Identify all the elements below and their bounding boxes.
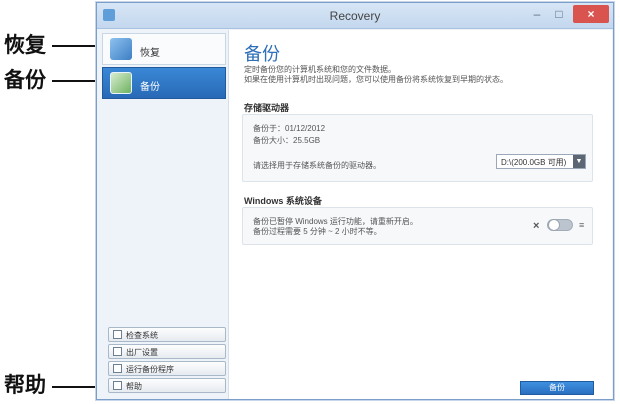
help-label: 帮助 [126, 382, 142, 391]
minimize-button[interactable]: – [527, 5, 547, 23]
help-button[interactable]: 帮助 [108, 378, 226, 393]
restore-icon [110, 38, 132, 60]
backup-size: 备份大小：25.5GB [253, 136, 321, 145]
callout-backup: 备份 [4, 68, 46, 92]
sidebar: 恢复 备份 检查系统 出厂设置 运行备份程序 帮助 [100, 33, 227, 397]
document-icon [113, 364, 122, 373]
sidebar-item-label: 恢复 [140, 48, 160, 59]
drive-select[interactable]: D:\(200.0GB 可用) ▼ [496, 154, 586, 169]
windows-backup-section-heading: Windows 系统设备 [244, 196, 322, 206]
factory-reset-label: 出厂设置 [126, 348, 158, 357]
recovery-window: Recovery – □ × 恢复 备份 检查系统 出厂设置 运行备份程序 帮助 [96, 2, 614, 400]
storage-panel: 备份于：01/12/2012 备份大小：25.5GB 请选择用于存储系统备份的驱… [242, 114, 593, 182]
toggle-on-icon: ≡ [579, 220, 585, 230]
run-backup-program-label: 运行备份程序 [126, 365, 174, 374]
maximize-button[interactable]: □ [549, 5, 569, 23]
toggle-off-icon: × [533, 220, 540, 232]
check-system-button[interactable]: 检查系统 [108, 327, 226, 342]
windows-backup-line-2: 备份过程需要 5 分钟 ~ 2 小时不等。 [253, 227, 382, 236]
run-backup-program-button[interactable]: 运行备份程序 [108, 361, 226, 376]
main-panel: 备份 定时备份您的计算机系统和您的文件数据。 如果在使用计算机时出现问题，您可以… [228, 30, 612, 399]
document-icon [113, 330, 122, 339]
chevron-down-icon[interactable]: ▼ [573, 155, 585, 168]
sidebar-item-backup[interactable]: 备份 [102, 67, 226, 99]
storage-section-heading: 存储驱动器 [244, 103, 290, 113]
backup-icon [110, 72, 132, 94]
toggle-knob [548, 219, 560, 231]
callout-restore: 恢复 [4, 33, 46, 57]
sidebar-item-restore[interactable]: 恢复 [102, 33, 226, 65]
last-backup-date: 备份于：01/12/2012 [253, 124, 326, 133]
title-bar[interactable]: Recovery – □ × [97, 3, 613, 29]
drive-select-value: D:\(200.0GB 可用) [501, 158, 567, 167]
document-icon [113, 347, 122, 356]
page-title: 备份 [244, 44, 280, 64]
check-system-label: 检查系统 [126, 331, 158, 340]
sidebar-item-label: 备份 [140, 82, 160, 93]
select-drive-text: 请选择用于存储系统备份的驱动器。 [253, 161, 381, 170]
close-button[interactable]: × [573, 5, 609, 23]
factory-reset-button[interactable]: 出厂设置 [108, 344, 226, 359]
windows-backup-toggle[interactable] [547, 219, 573, 231]
page-description-line-2: 如果在使用计算机时出现问题，您可以使用备份将系统恢复到早期的状态。 [244, 75, 508, 84]
help-icon [113, 381, 122, 390]
windows-backup-panel: 备份已暂停 Windows 运行功能，请重新开启。 备份过程需要 5 分钟 ~ … [242, 207, 593, 245]
callout-help: 帮助 [4, 373, 46, 397]
backup-button[interactable]: 备份 [520, 381, 594, 395]
